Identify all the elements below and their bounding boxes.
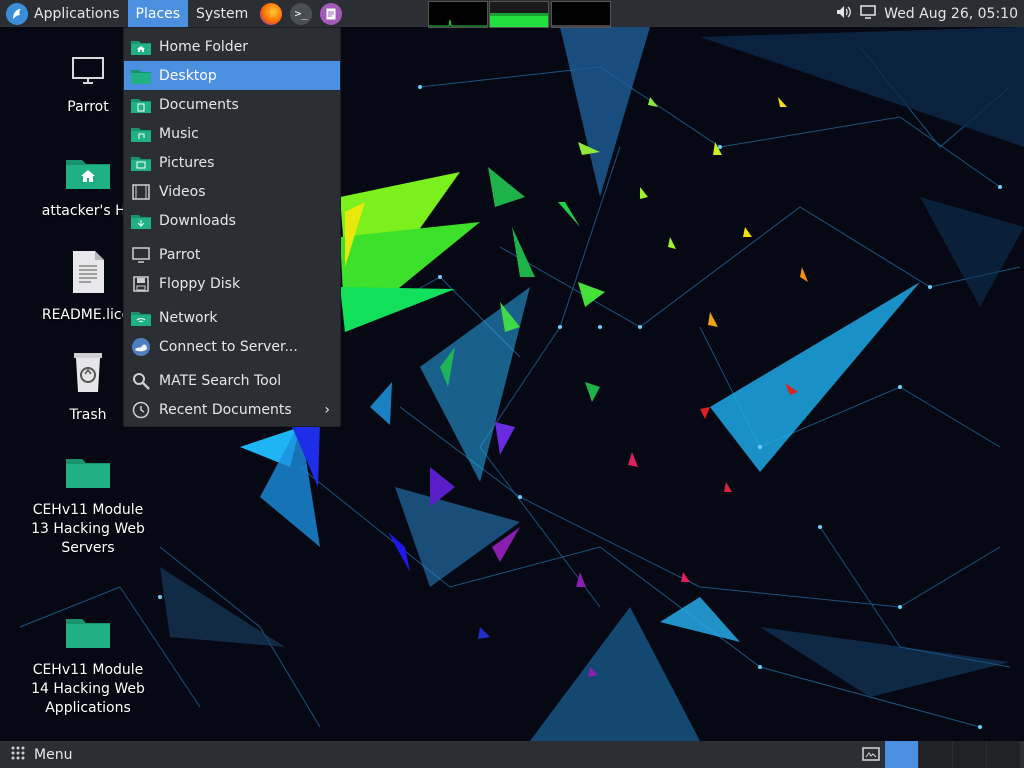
menu-item-desktop[interactable]: Desktop bbox=[124, 61, 340, 90]
folder-icon bbox=[24, 615, 152, 655]
applications-menu-label: Applications bbox=[34, 5, 120, 22]
desktop-icon-label: Trash bbox=[69, 407, 107, 423]
desktop-icon-label: README.licei bbox=[41, 307, 135, 323]
cpu-monitor-graph[interactable] bbox=[428, 1, 488, 28]
server-icon bbox=[131, 337, 151, 356]
menu-item-label: Downloads bbox=[159, 212, 236, 229]
menu-item-music[interactable]: Music bbox=[124, 119, 340, 148]
music-folder-icon bbox=[131, 125, 151, 143]
places-menu-button[interactable]: Places bbox=[127, 0, 189, 27]
applications-menu[interactable]: Applications bbox=[0, 0, 128, 27]
menu-item-label: Videos bbox=[159, 183, 206, 200]
home-folder-icon bbox=[131, 38, 151, 56]
desktop-icon-label: Parrot bbox=[67, 99, 109, 115]
display-icon[interactable] bbox=[860, 4, 876, 23]
menu-item-recent-documents[interactable]: Recent Documents › bbox=[124, 395, 340, 424]
menu-item-label: Pictures bbox=[159, 154, 215, 171]
memory-monitor-graph[interactable] bbox=[489, 1, 549, 28]
places-menu-label: Places bbox=[135, 5, 181, 22]
clock-icon bbox=[131, 401, 151, 419]
desktop-icon-label: CEHv11 Module 13 Hacking Web Servers bbox=[31, 502, 145, 556]
menu-item-downloads[interactable]: Downloads bbox=[124, 206, 340, 235]
menu-item-mate-search-tool[interactable]: MATE Search Tool bbox=[124, 366, 340, 395]
menu-label: Menu bbox=[34, 746, 73, 763]
workspace-1[interactable] bbox=[885, 741, 918, 768]
menu-item-label: Connect to Server... bbox=[159, 338, 298, 355]
desktop-icon-module-13[interactable]: CEHv11 Module 13 Hacking Web Servers bbox=[24, 455, 152, 558]
volume-icon[interactable] bbox=[836, 5, 852, 23]
main-menu-button[interactable]: Menu bbox=[0, 741, 72, 768]
workspace-2[interactable] bbox=[919, 741, 952, 768]
folder-icon bbox=[24, 455, 152, 495]
menu-item-label: Documents bbox=[159, 96, 239, 113]
menu-item-connect-to-server[interactable]: Connect to Server... bbox=[124, 332, 340, 361]
menu-item-home-folder[interactable]: Home Folder bbox=[124, 32, 340, 61]
terminal-icon[interactable]: >_ bbox=[290, 2, 313, 25]
parrot-logo-icon bbox=[6, 2, 28, 25]
menu-item-label: Network bbox=[159, 309, 218, 326]
menu-item-label: MATE Search Tool bbox=[159, 372, 282, 389]
downloads-folder-icon bbox=[131, 212, 151, 230]
clock[interactable]: Wed Aug 26, 05:10 bbox=[884, 6, 1018, 22]
menu-item-floppy-disk[interactable]: Floppy Disk bbox=[124, 269, 340, 298]
desktop-icon-label: attacker's Ho bbox=[41, 203, 135, 219]
desktop-folder-icon bbox=[131, 67, 151, 85]
firefox-icon[interactable] bbox=[260, 2, 283, 25]
menu-item-label: Parrot bbox=[159, 246, 201, 263]
menu-item-network[interactable]: Network bbox=[124, 303, 340, 332]
network-monitor-graph[interactable] bbox=[551, 1, 611, 28]
workspace-3[interactable] bbox=[953, 741, 986, 768]
videos-icon bbox=[131, 183, 151, 201]
documents-folder-icon bbox=[131, 96, 151, 114]
desktop-icon-module-14[interactable]: CEHv11 Module 14 Hacking Web Application… bbox=[24, 615, 152, 718]
show-desktop-icon[interactable] bbox=[862, 746, 880, 766]
network-folder-icon bbox=[131, 309, 151, 327]
app-grid-icon bbox=[10, 745, 26, 765]
search-icon bbox=[131, 372, 151, 390]
system-menu-label: System bbox=[196, 5, 249, 22]
top-panel: Applications Places System >_ Wed Aug 26… bbox=[0, 0, 1024, 28]
chevron-right-icon: › bbox=[324, 401, 330, 418]
computer-icon bbox=[131, 246, 151, 264]
menu-item-videos[interactable]: Videos bbox=[124, 177, 340, 206]
system-tray: Wed Aug 26, 05:10 bbox=[836, 0, 1018, 27]
menu-item-documents[interactable]: Documents bbox=[124, 90, 340, 119]
text-editor-icon[interactable] bbox=[320, 2, 343, 25]
menu-item-parrot[interactable]: Parrot bbox=[124, 240, 340, 269]
workspace-4[interactable] bbox=[987, 741, 1020, 768]
menu-item-label: Desktop bbox=[159, 67, 217, 84]
menu-item-pictures[interactable]: Pictures bbox=[124, 148, 340, 177]
pictures-folder-icon bbox=[131, 154, 151, 172]
floppy-icon bbox=[131, 275, 151, 293]
menu-item-label: Music bbox=[159, 125, 199, 142]
menu-item-label: Recent Documents bbox=[159, 401, 292, 418]
menu-item-label: Home Folder bbox=[159, 38, 249, 55]
bottom-panel: Menu bbox=[0, 741, 1024, 768]
places-menu: Home Folder Desktop Documents Music Pict… bbox=[123, 27, 341, 427]
menu-item-label: Floppy Disk bbox=[159, 275, 241, 292]
desktop-icon-label: CEHv11 Module 14 Hacking Web Application… bbox=[31, 662, 145, 716]
system-menu[interactable]: System bbox=[188, 0, 256, 27]
